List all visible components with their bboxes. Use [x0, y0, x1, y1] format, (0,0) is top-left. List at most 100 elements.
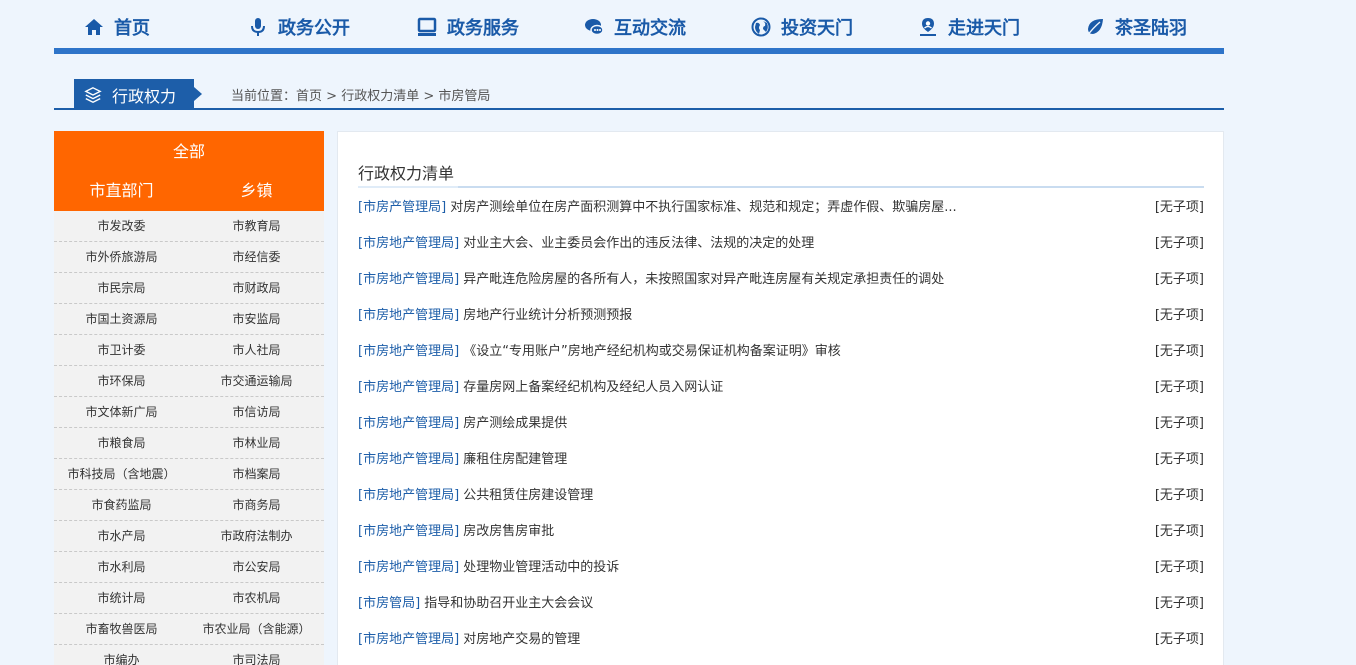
home-icon: [85, 19, 103, 35]
sidebar-department-link[interactable]: 市统计局: [54, 583, 189, 613]
nav-item-interaction[interactable]: 互动交流: [584, 12, 686, 42]
nav-item-invest[interactable]: 投资天门: [751, 12, 853, 42]
department-label[interactable]: [市房地产管理局]: [358, 452, 459, 467]
layers-icon: [84, 86, 102, 103]
department-label[interactable]: [市房地产管理局]: [358, 380, 459, 395]
item-title-link[interactable]: 对房地产交易的管理: [463, 632, 580, 647]
sidebar-department-link[interactable]: 市文体新广局: [54, 397, 189, 427]
sidebar-department-link[interactable]: 市编办: [54, 645, 189, 665]
sidebar-header: 全部 市直部门 乡镇: [54, 131, 324, 211]
nav-item-lu-yu[interactable]: 茶圣陆羽: [1085, 12, 1187, 42]
department-label[interactable]: [市房地产管理局]: [358, 560, 459, 575]
item-title-link[interactable]: 廉租住房配建管理: [463, 452, 567, 467]
list-item[interactable]: [市房地产管理局] 廉租住房配建管理 [无子项]: [358, 442, 1204, 478]
item-title-link[interactable]: 存量房网上备案经纪机构及经纪人员入网认证: [463, 380, 723, 395]
sidebar-department-link[interactable]: 市档案局: [189, 459, 324, 489]
list-item[interactable]: [市房地产管理局] 房地产行业统计分析预测预报 [无子项]: [358, 298, 1204, 334]
list-item[interactable]: [市房地产管理局] 处理物业管理活动中的投诉 [无子项]: [358, 550, 1204, 586]
list-item[interactable]: [市房地产管理局] 《设立“专用账户”房地产经纪机构或交易保证机构备案证明》审核…: [358, 334, 1204, 370]
breadcrumb-list-link[interactable]: 行政权力清单: [341, 89, 419, 104]
item-title-link[interactable]: 《设立“专用账户”房地产经纪机构或交易保证机构备案证明》审核: [463, 344, 840, 359]
department-label[interactable]: [市房地产管理局]: [358, 488, 459, 503]
sidebar-row: 市民宗局 市财政局: [54, 273, 324, 304]
sidebar-list: 市发改委 市教育局 市外侨旅游局 市经信委 市民宗局 市财政局 市国土资源局 市安监局 市卫计委…: [54, 211, 324, 665]
sidebar-department-link[interactable]: 市农机局: [189, 583, 324, 613]
sidebar-department-link[interactable]: 市粮食局: [54, 428, 189, 458]
department-label[interactable]: [市房地产管理局]: [358, 632, 459, 647]
sidebar-department-link[interactable]: 市信访局: [189, 397, 324, 427]
section-tab: 行政权力: [74, 79, 202, 110]
sidebar-department-link[interactable]: 市食药监局: [54, 490, 189, 520]
sidebar-department-link[interactable]: 市政府法制办: [189, 521, 324, 551]
sidebar-department-link[interactable]: 市安监局: [189, 304, 324, 334]
leaf-icon: [1086, 19, 1103, 37]
list-item[interactable]: [市房地产管理局] 公共租赁住房建设管理 [无子项]: [358, 478, 1204, 514]
sidebar-department-link[interactable]: 市商务局: [189, 490, 324, 520]
sidebar-department-link[interactable]: 市人社局: [189, 335, 324, 365]
nav-item-affairs-open[interactable]: 政务公开: [248, 12, 350, 42]
sidebar-department-link[interactable]: 市交通运输局: [189, 366, 324, 396]
list-item[interactable]: [市房地产管理局] 存量房网上备案经纪机构及经纪人员入网认证 [无子项]: [358, 370, 1204, 406]
subitem-tag: [无子项]: [1154, 524, 1204, 539]
top-nav: 首页 政务公开 政务服务 互动交流 投资天门 走进天门 茶圣陆羽: [54, 0, 1224, 54]
breadcrumb-home-link[interactable]: 首页: [296, 89, 322, 104]
department-label[interactable]: [市房管局]: [358, 596, 420, 611]
list-item[interactable]: [市房地产管理局] 房产测绘成果提供 [无子项]: [358, 406, 1204, 442]
tab-city-departments[interactable]: 市直部门: [54, 173, 189, 211]
subitem-tag: [无子项]: [1154, 308, 1204, 323]
sidebar-department-link[interactable]: 市水利局: [54, 552, 189, 582]
department-label[interactable]: [市房地产管理局]: [358, 416, 459, 431]
item-title-link[interactable]: 异产毗连危险房屋的各所有人，未按照国家对异产毗连房屋有关规定承担责任的调处: [463, 272, 944, 287]
item-title-link[interactable]: 房地产行业统计分析预测预报: [463, 308, 632, 323]
item-title-link[interactable]: 公共租赁住房建设管理: [463, 488, 593, 503]
department-label[interactable]: [市房地产管理局]: [358, 344, 459, 359]
nav-item-enter[interactable]: 走进天门: [918, 12, 1020, 42]
list-item[interactable]: [市房产管理局] 对房产测绘单位在房产面积测算中不执行国家标准、规范和规定；弄虚…: [358, 190, 1204, 226]
subitem-tag: [无子项]: [1154, 596, 1204, 611]
list-item[interactable]: [市房地产管理局] 对业主大会、业主委员会作出的违反法律、法规的决定的处理 [无子…: [358, 226, 1204, 262]
sidebar-department-link[interactable]: 市司法局: [189, 645, 324, 665]
breadcrumb: 当前位置：首页 > 行政权力清单 > 市房管局: [231, 85, 490, 104]
location-bar: 行政权力 当前位置：首页 > 行政权力清单 > 市房管局: [54, 79, 1224, 110]
list-item[interactable]: [市房地产管理局] 房改房售房审批 [无子项]: [358, 514, 1204, 550]
sidebar-row: 市文体新广局 市信访局: [54, 397, 324, 428]
sidebar-department-link[interactable]: 市水产局: [54, 521, 189, 551]
sidebar-department-link[interactable]: 市科技局（含地震）: [54, 459, 189, 489]
sidebar-department-link[interactable]: 市经信委: [189, 242, 324, 272]
department-label[interactable]: [市房地产管理局]: [358, 524, 459, 539]
department-label[interactable]: [市房产管理局]: [358, 200, 446, 215]
department-label[interactable]: [市房地产管理局]: [358, 236, 459, 251]
list-item[interactable]: [市房管局] 指导和协助召开业主大会会议 [无子项]: [358, 586, 1204, 622]
subitem-tag: [无子项]: [1154, 416, 1204, 431]
sidebar-department-link[interactable]: 市发改委: [54, 211, 189, 241]
sidebar-department-link[interactable]: 市公安局: [189, 552, 324, 582]
sidebar-tabs: 市直部门 乡镇: [54, 173, 324, 211]
sidebar-department-link[interactable]: 市畜牧兽医局: [54, 614, 189, 644]
breadcrumb-separator: >: [419, 89, 439, 104]
item-title-link[interactable]: 房产测绘成果提供: [463, 416, 567, 431]
sidebar-department-link[interactable]: 市国土资源局: [54, 304, 189, 334]
item-title-link[interactable]: 对房产测绘单位在房产面积测算中不执行国家标准、规范和规定；弄虚作假、欺骗房屋..…: [450, 200, 956, 215]
tab-towns[interactable]: 乡镇: [189, 173, 324, 211]
sidebar-department-link[interactable]: 市民宗局: [54, 273, 189, 303]
list-item[interactable]: [市房地产管理局] 对房地产交易的管理 [无子项]: [358, 622, 1204, 658]
sidebar-all-button[interactable]: 全部: [54, 131, 324, 173]
sidebar-department-link[interactable]: 市外侨旅游局: [54, 242, 189, 272]
sidebar-department-link[interactable]: 市环保局: [54, 366, 189, 396]
sidebar-department-link[interactable]: 市教育局: [189, 211, 324, 241]
item-title-link[interactable]: 指导和协助召开业主大会会议: [424, 596, 593, 611]
nav-item-affairs-service[interactable]: 政务服务: [417, 12, 519, 42]
item-title-link[interactable]: 对业主大会、业主委员会作出的违反法律、法规的决定的处理: [463, 236, 814, 251]
sidebar-department-link[interactable]: 市农业局（含能源）: [189, 614, 324, 644]
location-user-icon: [920, 18, 936, 36]
nav-item-home[interactable]: 首页: [84, 12, 150, 42]
sidebar-department-link[interactable]: 市林业局: [189, 428, 324, 458]
item-title-link[interactable]: 处理物业管理活动中的投诉: [463, 560, 619, 575]
list-item[interactable]: [市房地产管理局] 异产毗连危险房屋的各所有人，未按照国家对异产毗连房屋有关规定…: [358, 262, 1204, 298]
department-label[interactable]: [市房地产管理局]: [358, 308, 459, 323]
sidebar-row: 市卫计委 市人社局: [54, 335, 324, 366]
item-title-link[interactable]: 房改房售房审批: [463, 524, 554, 539]
sidebar-department-link[interactable]: 市卫计委: [54, 335, 189, 365]
sidebar-department-link[interactable]: 市财政局: [189, 273, 324, 303]
department-label[interactable]: [市房地产管理局]: [358, 272, 459, 287]
